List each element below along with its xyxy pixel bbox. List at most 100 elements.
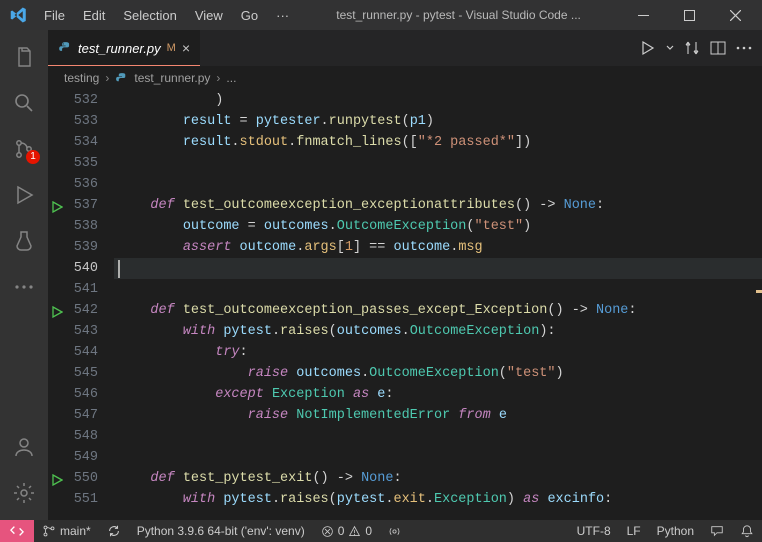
line-number: 535	[66, 153, 98, 174]
live-share-status[interactable]	[380, 520, 409, 542]
code-line[interactable]: raise outcomes.OutcomeException("test")	[114, 363, 762, 384]
code-line[interactable]: result.stdout.fnmatch_lines(["*2 passed*…	[114, 132, 762, 153]
line-number: 538	[66, 216, 98, 237]
vscode-logo-icon	[10, 6, 28, 24]
code-line[interactable]: def test_outcomeexception_exceptionattri…	[114, 195, 762, 216]
gutter-spacer	[48, 406, 66, 427]
line-number: 546	[66, 384, 98, 405]
python-file-icon	[115, 72, 128, 85]
code-line[interactable]: )	[114, 90, 762, 111]
split-editor-icon[interactable]	[710, 40, 726, 56]
gutter-spacer	[48, 238, 66, 259]
language-mode-status[interactable]: Python	[649, 524, 702, 538]
code-line[interactable]	[114, 258, 762, 279]
testing-icon[interactable]	[0, 218, 48, 264]
settings-gear-icon[interactable]	[0, 470, 48, 516]
editor-group: test_runner.py M × testing › test_runner…	[48, 30, 762, 520]
notifications-icon[interactable]	[732, 524, 762, 538]
code-line[interactable]: def test_outcomeexception_passes_except_…	[114, 300, 762, 321]
code-line[interactable]: with pytest.raises(outcomes.OutcomeExcep…	[114, 321, 762, 342]
python-file-icon	[58, 41, 72, 55]
menu-item-file[interactable]: File	[36, 4, 73, 27]
testing-gutter	[48, 90, 66, 520]
broadcast-icon	[388, 525, 401, 538]
code-line[interactable]: outcome = outcomes.OutcomeException("tes…	[114, 216, 762, 237]
breadcrumb-seg-file[interactable]: test_runner.py	[134, 71, 210, 85]
run-file-icon[interactable]	[640, 40, 656, 56]
minimize-button[interactable]	[620, 0, 666, 30]
code-line[interactable]: raise NotImplementedError from e	[114, 405, 762, 426]
branch-name: main*	[60, 524, 91, 538]
code-line[interactable]: try:	[114, 342, 762, 363]
breadcrumb-seg-folder[interactable]: testing	[64, 71, 99, 85]
menu-item-view[interactable]: View	[187, 4, 231, 27]
line-number: 543	[66, 321, 98, 342]
tab-close-icon[interactable]: ×	[182, 40, 190, 56]
gutter-spacer	[48, 385, 66, 406]
close-window-button[interactable]	[712, 0, 758, 30]
gutter-spacer	[48, 364, 66, 385]
more-views-icon[interactable]	[0, 264, 48, 310]
menu-item-edit[interactable]: Edit	[75, 4, 113, 27]
line-number-gutter: 5325335345355365375385395405415425435445…	[66, 90, 114, 520]
code-line[interactable]	[114, 174, 762, 195]
diff-icon[interactable]	[684, 40, 700, 56]
line-number: 541	[66, 279, 98, 300]
breadcrumb[interactable]: testing › test_runner.py › ...	[48, 66, 762, 90]
code-line[interactable]: except Exception as e:	[114, 384, 762, 405]
code-area[interactable]: ) result = pytester.runpytest(p1) result…	[114, 90, 762, 520]
git-branch-status[interactable]: main*	[34, 520, 99, 542]
line-number: 542	[66, 300, 98, 321]
sync-status[interactable]	[99, 520, 129, 542]
feedback-icon[interactable]	[702, 524, 732, 538]
problems-status[interactable]: 0 0	[313, 520, 380, 542]
run-debug-icon[interactable]	[0, 172, 48, 218]
remote-indicator[interactable]	[0, 520, 34, 542]
titlebar: FileEditSelectionViewGo··· test_runner.p…	[0, 0, 762, 30]
maximize-button[interactable]	[666, 0, 712, 30]
gutter-spacer	[48, 91, 66, 112]
tab-test-runner[interactable]: test_runner.py M ×	[48, 30, 200, 66]
run-file-dropdown-icon[interactable]	[666, 44, 674, 52]
code-line[interactable]	[114, 447, 762, 468]
code-line[interactable]: result = pytester.runpytest(p1)	[114, 111, 762, 132]
editor[interactable]: 5325335345355365375385395405415425435445…	[48, 90, 762, 520]
gutter-spacer	[48, 427, 66, 448]
tab-filename: test_runner.py	[78, 41, 161, 56]
line-number: 539	[66, 237, 98, 258]
run-test-icon[interactable]	[48, 469, 66, 490]
more-actions-icon[interactable]	[736, 46, 752, 50]
python-interpreter-status[interactable]: Python 3.9.6 64-bit ('env': venv)	[129, 520, 313, 542]
code-line[interactable]	[114, 279, 762, 300]
accounts-icon[interactable]	[0, 424, 48, 470]
line-number: 548	[66, 426, 98, 447]
source-control-icon[interactable]: 1	[0, 126, 48, 172]
chevron-right-icon: ›	[216, 71, 220, 85]
branch-icon	[42, 524, 56, 538]
line-number: 550	[66, 468, 98, 489]
run-test-icon[interactable]	[48, 301, 66, 322]
encoding-status[interactable]: UTF-8	[569, 524, 619, 538]
eol-status[interactable]: LF	[619, 524, 649, 538]
code-line[interactable]	[114, 153, 762, 174]
code-line[interactable]	[114, 426, 762, 447]
code-line[interactable]: with pytest.raises(pytest.exit.Exception…	[114, 489, 762, 510]
breadcrumb-seg-symbol[interactable]: ...	[226, 71, 236, 85]
code-line[interactable]: def test_pytest_exit() -> None:	[114, 468, 762, 489]
gutter-spacer	[48, 280, 66, 301]
run-test-icon[interactable]	[48, 196, 66, 217]
menu-item-go[interactable]: Go	[233, 4, 266, 27]
line-number: 549	[66, 447, 98, 468]
line-number: 534	[66, 132, 98, 153]
menu-item-selection[interactable]: Selection	[115, 4, 184, 27]
code-line[interactable]: assert outcome.args[1] == outcome.msg	[114, 237, 762, 258]
menu-item-···[interactable]: ···	[268, 4, 297, 27]
line-number: 545	[66, 363, 98, 384]
explorer-icon[interactable]	[0, 34, 48, 80]
gutter-spacer	[48, 259, 66, 280]
menubar: FileEditSelectionViewGo···	[36, 4, 297, 27]
search-icon[interactable]	[0, 80, 48, 126]
gutter-spacer	[48, 343, 66, 364]
tab-modified-marker: M	[167, 42, 176, 54]
activity-bar: 1	[0, 30, 48, 520]
